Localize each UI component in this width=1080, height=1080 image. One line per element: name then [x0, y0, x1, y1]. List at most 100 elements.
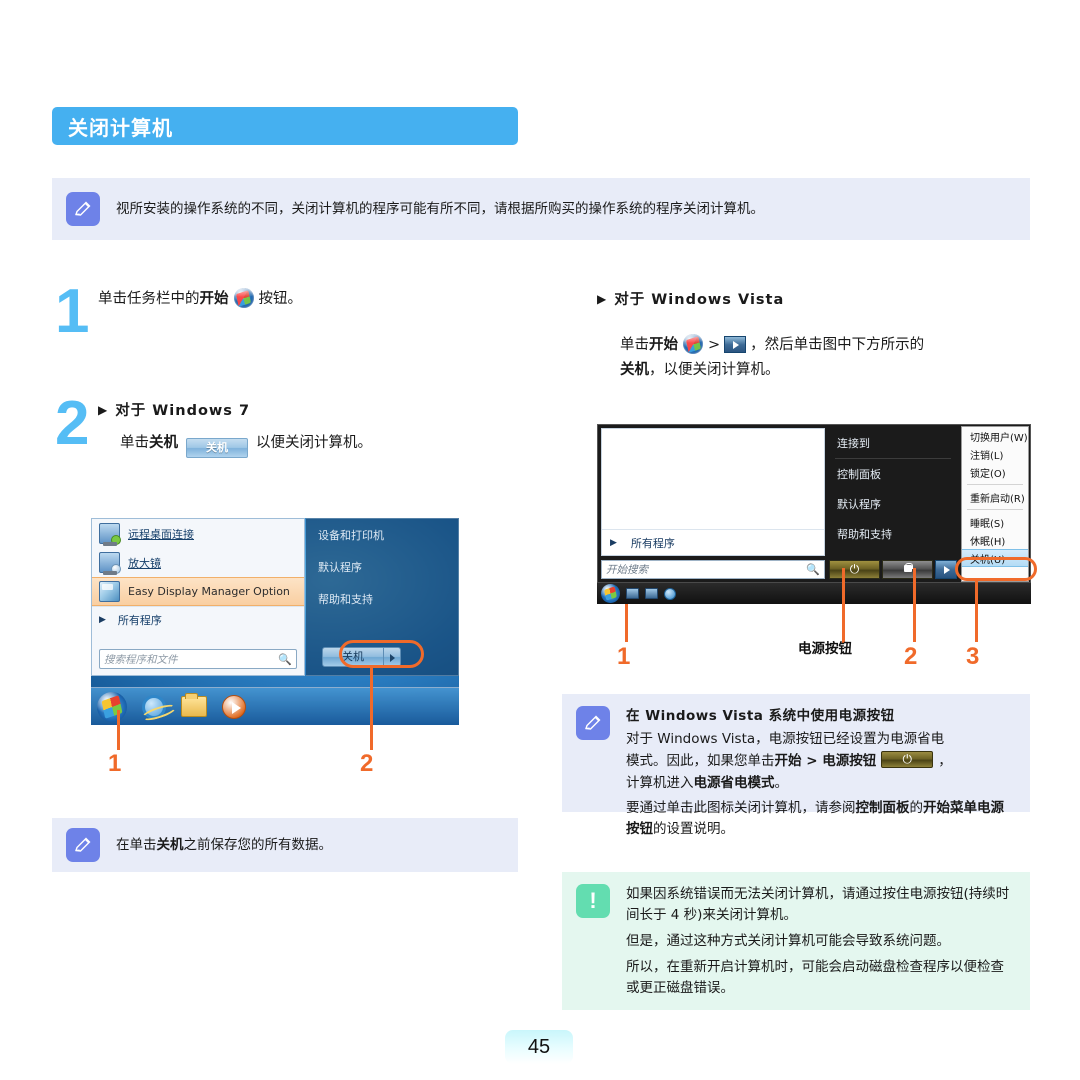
- all-programs-label: 所有程序: [117, 613, 162, 627]
- callout-number-2-vista: 2: [904, 643, 918, 670]
- manual-page: 关闭计算机 视所安装的操作系统的不同，关闭计算机的程序可能有所不同，请根据所购买…: [0, 0, 1080, 1080]
- vista-text-b: ，然后单击图中下方所示的: [750, 337, 925, 353]
- windows-orb-icon: [233, 288, 254, 308]
- note-line1-c: ，: [938, 752, 952, 769]
- triangle-bullet-icon: ▶: [597, 292, 608, 306]
- vista-item-connect-to[interactable]: 连接到: [829, 428, 957, 458]
- shutdown-button[interactable]: 关机: [322, 647, 384, 667]
- vista-heading-label: 对于 Windows Vista: [614, 292, 785, 308]
- internet-explorer-icon[interactable]: [142, 694, 166, 719]
- vista-item-default-programs[interactable]: 默认程序: [829, 489, 957, 519]
- start-menu-right-panel: 设备和打印机 默认程序 帮助和支持 关机: [306, 518, 459, 676]
- shutdown-options-arrow[interactable]: [384, 647, 401, 667]
- caution-para-2: 但是，通过这种方式关闭计算机可能会导致系统问题。: [626, 932, 950, 949]
- right-panel-item-help-support[interactable]: 帮助和支持: [306, 583, 458, 615]
- explorer-folder-icon[interactable]: [181, 693, 207, 717]
- context-item-shutdown[interactable]: 关机(U): [962, 549, 1028, 567]
- vista-item-control-panel[interactable]: 控制面板: [829, 459, 957, 489]
- note-vista-power-line4: 要通过单击此图标关闭计算机，请参阅控制面板的开始菜单电源按钮的设置说明。: [626, 798, 1016, 840]
- inline-shutdown-button: 关机: [186, 438, 248, 458]
- power-icon[interactable]: [829, 560, 880, 579]
- callout-line-2-win7: [370, 668, 373, 750]
- step-2-heading-label: 对于 Windows 7: [115, 403, 251, 419]
- vista-text-bold-start: 开始: [649, 337, 678, 353]
- vista-item-help-support[interactable]: 帮助和支持: [829, 519, 957, 549]
- context-item-lock[interactable]: 锁定(O): [962, 463, 1028, 481]
- menu-separator: [967, 484, 1023, 485]
- vista-power-button-bar: [829, 560, 957, 579]
- vista-instruction-text: 单击开始 > ，然后单击图中下方所示的 关机，以便关闭计算机。: [620, 333, 1020, 382]
- start-menu-item-magnifier[interactable]: 放大镜: [92, 548, 304, 577]
- start-menu-item-easy-display-manager[interactable]: Easy Display Manager Option: [92, 577, 304, 606]
- step-1-text-b: 按钮。: [258, 291, 303, 307]
- note-line2-a: 计算机进入: [626, 774, 694, 791]
- figure-windows7-start-menu: 远程桌面连接 放大镜 Easy Display Manager Option ▶…: [91, 518, 459, 725]
- context-item-restart[interactable]: 重新启动(R): [962, 488, 1028, 506]
- note-box-top: 视所安装的操作系统的不同，关闭计算机的程序可能有所不同，请根据所购买的操作系统的…: [52, 178, 1030, 240]
- callout-line-1-vista: [625, 604, 628, 642]
- start-menu-item-label: 放大镜: [128, 556, 161, 570]
- context-item-log-off[interactable]: 注销(L): [962, 445, 1028, 463]
- start-orb-icon[interactable]: [97, 691, 127, 722]
- caution-exclamation-icon: !: [576, 884, 610, 918]
- arrow-right-icon[interactable]: [935, 560, 957, 579]
- switch-window-icon[interactable]: [645, 588, 658, 599]
- start-menu-item-label: 远程桌面连接: [128, 527, 194, 541]
- vista-start-menu-left-panel: ▶ 所有程序: [601, 428, 825, 556]
- callout-line-2-vista: [913, 568, 916, 642]
- vista-taskbar: [597, 582, 1031, 604]
- step-1-text-a: 单击任务栏中的: [98, 291, 200, 307]
- note-save-bold: 关机: [156, 836, 184, 853]
- note-vista-power-line2: 模式。因此，如果您单击开始 > 电源按钮 ，: [626, 750, 1016, 772]
- callout-label-power-button: 电源按钮: [798, 641, 852, 657]
- taskbar: [91, 687, 459, 725]
- start-menu-item-label: Easy Display Manager Option: [128, 585, 290, 598]
- lock-icon[interactable]: [882, 560, 933, 579]
- context-item-hibernate[interactable]: 休眠(H): [962, 531, 1028, 549]
- start-menu-search-input[interactable]: 搜索程序和文件 🔍: [99, 649, 297, 669]
- menu-separator: [967, 509, 1023, 510]
- start-orb-icon[interactable]: [601, 584, 620, 603]
- context-item-sleep[interactable]: 睡眠(S): [962, 513, 1028, 531]
- vista-search-input[interactable]: 开始搜索 🔍: [601, 560, 825, 579]
- vista-start-menu-right-panel: 连接到 控制面板 默认程序 帮助和支持: [829, 428, 957, 556]
- display-manager-icon: [99, 581, 120, 602]
- show-desktop-icon[interactable]: [626, 588, 639, 599]
- internet-explorer-icon[interactable]: [664, 587, 676, 600]
- media-player-icon[interactable]: [222, 694, 246, 719]
- start-menu-all-programs[interactable]: ▶ 所有程序: [92, 606, 304, 632]
- note-save-prefix: 在单击: [116, 836, 157, 853]
- search-placeholder: 搜索程序和文件: [104, 653, 178, 666]
- vista-text-bold-shutdown: 关机: [620, 361, 649, 378]
- note-box-caution: ! 如果因系统错误而无法关闭计算机，请通过按住电源按钮(持续时间长于 4 秒)来…: [562, 872, 1030, 1010]
- callout-number-3-vista: 3: [966, 643, 980, 670]
- remote-desktop-icon: [99, 523, 121, 546]
- note-box-save-data: 在单击关机之前保存您的所有数据。: [52, 818, 518, 872]
- vista-all-programs-label: 所有程序: [630, 536, 675, 550]
- vista-text-a: 单击: [620, 337, 649, 353]
- note-vista-power-line3: 计算机进入电源省电模式。: [626, 773, 1016, 794]
- step-1-text-bold: 开始: [199, 291, 229, 307]
- note-line3-c: 的设置说明。: [653, 820, 734, 837]
- note-pencil-icon: [66, 192, 100, 226]
- step-2-text-a: 单击: [120, 435, 149, 451]
- callout-number-2-win7: 2: [360, 750, 374, 777]
- note-pencil-icon: [66, 828, 100, 862]
- shutdown-button-group[interactable]: 关机: [322, 647, 401, 667]
- start-menu-item-remote-desktop[interactable]: 远程桌面连接: [92, 519, 304, 548]
- vista-all-programs[interactable]: ▶ 所有程序: [602, 529, 824, 555]
- windows-orb-icon: [683, 334, 703, 354]
- step-2-heading: ▶ 对于 Windows 7: [98, 399, 250, 424]
- note-caution-text: 如果因系统错误而无法关闭计算机，请通过按住电源按钮(持续时间长于 4 秒)来关闭…: [626, 884, 1016, 998]
- step-1-number: 1: [55, 277, 90, 346]
- callout-line-3-vista: [975, 581, 978, 642]
- triangle-bullet-icon: ▶: [98, 403, 109, 417]
- note-pencil-icon: [576, 706, 610, 740]
- context-item-switch-user[interactable]: 切换用户(W): [962, 427, 1028, 445]
- step-2-text-b: 以便关闭计算机。: [256, 435, 372, 451]
- note-line2-b: 。: [774, 774, 789, 791]
- note-line3-b: 的: [909, 799, 924, 816]
- right-panel-item-devices-printers[interactable]: 设备和打印机: [306, 519, 458, 551]
- note-vista-power-line1: 对于 Windows Vista，电源按钮已经设置为电源省电: [626, 729, 1016, 750]
- right-panel-item-default-programs[interactable]: 默认程序: [306, 551, 458, 583]
